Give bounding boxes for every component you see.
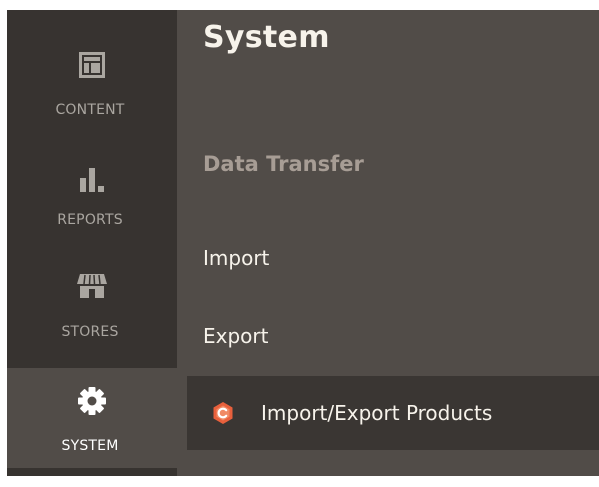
sidebar-item-stores[interactable]: STORES	[7, 258, 177, 358]
bar-chart-icon	[7, 164, 177, 194]
sidebar-footer	[7, 468, 177, 476]
menu-link-import[interactable]: Import	[203, 246, 269, 270]
content-layout-icon	[7, 52, 177, 78]
sidebar-item-label: REPORTS	[57, 212, 123, 228]
storefront-icon	[7, 272, 177, 300]
admin-menu-frame: CONTENT REPORTS STORES SYSTEM System Dat…	[7, 10, 599, 476]
menu-link-import-export-products[interactable]: Import/Export Products	[187, 376, 599, 450]
gear-icon	[7, 386, 177, 416]
sidebar-item-label: CONTENT	[55, 102, 125, 118]
panel-title: System	[203, 20, 330, 55]
admin-sidebar: CONTENT REPORTS STORES SYSTEM	[7, 10, 177, 476]
menu-link-label: Import/Export Products	[261, 401, 493, 425]
extension-logo-icon	[211, 401, 235, 425]
sidebar-item-label: STORES	[61, 324, 119, 340]
sidebar-item-label: SYSTEM	[61, 438, 119, 454]
sidebar-item-system[interactable]: SYSTEM	[7, 368, 177, 468]
sidebar-item-reports[interactable]: REPORTS	[7, 148, 177, 248]
section-title: Data Transfer	[203, 152, 364, 176]
menu-link-export[interactable]: Export	[203, 324, 268, 348]
sidebar-item-content[interactable]: CONTENT	[7, 38, 177, 138]
